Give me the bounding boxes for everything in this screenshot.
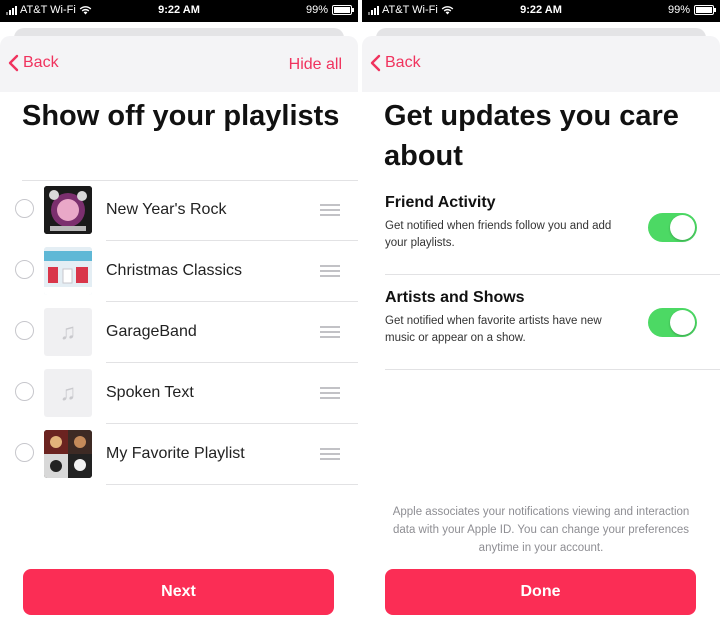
my-favorite-playlist-artwork — [44, 430, 92, 478]
select-radio[interactable] — [15, 260, 34, 279]
music-note-icon: ♫ — [59, 319, 77, 344]
playlist-name: My Favorite Playlist — [106, 445, 245, 462]
select-radio[interactable] — [15, 321, 34, 340]
hide-all-button[interactable]: Hide all — [289, 56, 342, 74]
battery-icon — [694, 5, 716, 15]
reorder-handle-icon[interactable] — [320, 448, 340, 460]
christmas-classics-artwork — [44, 247, 92, 295]
select-radio[interactable] — [15, 382, 34, 401]
back-label: Back — [23, 54, 59, 71]
artists-and-shows-toggle[interactable] — [648, 308, 697, 337]
navigation-bar: Back — [362, 36, 720, 92]
playlist-row[interactable]: New Year's Rock — [0, 180, 358, 241]
done-button[interactable]: Done — [385, 569, 696, 615]
battery-label: 99% — [667, 4, 690, 16]
navigation-bar: Back Hide all — [0, 36, 358, 92]
select-radio[interactable] — [15, 199, 34, 218]
playlists-screen: AT&T Wi-Fi 9:22 AM 99% Back Hide all Sho… — [0, 0, 358, 635]
playlist-row[interactable]: Christmas Classics — [0, 241, 358, 302]
back-button[interactable]: Back — [370, 54, 421, 72]
setting-title: Artists and Shows — [385, 289, 525, 306]
reorder-handle-icon[interactable] — [320, 387, 340, 399]
setting-title: Friend Activity — [385, 194, 496, 211]
status-bar: AT&T Wi-Fi 9:22 AM 99% — [362, 0, 720, 22]
reorder-handle-icon[interactable] — [320, 326, 340, 338]
back-button[interactable]: Back — [8, 54, 59, 72]
battery-icon — [332, 5, 354, 15]
friend-activity-toggle[interactable] — [648, 213, 697, 242]
status-bar: AT&T Wi-Fi 9:22 AM 99% — [0, 0, 358, 22]
playlist-name: New Year's Rock — [106, 201, 227, 218]
playlist-row[interactable]: ♫ GarageBand — [0, 302, 358, 363]
status-time: 9:22 AM — [520, 4, 562, 16]
setting-description: Get notified when favorite artists have … — [385, 315, 602, 344]
privacy-footnote: Apple associates your notifications view… — [392, 506, 690, 554]
next-button[interactable]: Next — [23, 569, 334, 615]
music-note-icon: ♫ — [59, 380, 77, 405]
reorder-handle-icon[interactable] — [320, 204, 340, 216]
new-years-rock-artwork — [44, 186, 92, 234]
updates-screen: AT&T Wi-Fi 9:22 AM 99% Back Get updates … — [362, 0, 720, 635]
setting-description: Get notified when friends follow you and… — [385, 220, 612, 249]
playlist-name: GarageBand — [106, 323, 197, 340]
select-radio[interactable] — [15, 443, 34, 462]
chevron-left-icon — [8, 54, 19, 72]
music-note-placeholder-artwork: ♫ — [44, 369, 92, 417]
playlist-name: Spoken Text — [106, 384, 194, 401]
reorder-handle-icon[interactable] — [320, 265, 340, 277]
music-note-placeholder-artwork: ♫ — [44, 308, 92, 356]
playlist-name: Christmas Classics — [106, 262, 243, 279]
chevron-left-icon — [370, 54, 381, 72]
status-time: 9:22 AM — [158, 4, 200, 16]
page-title: Get updates you care about — [384, 100, 679, 172]
battery-label: 99% — [305, 4, 328, 16]
playlist-row[interactable]: My Favorite Playlist — [0, 424, 358, 485]
playlist-row[interactable]: ♫ Spoken Text — [0, 363, 358, 424]
page-title: Show off your playlists — [22, 100, 340, 132]
back-label: Back — [385, 54, 421, 71]
